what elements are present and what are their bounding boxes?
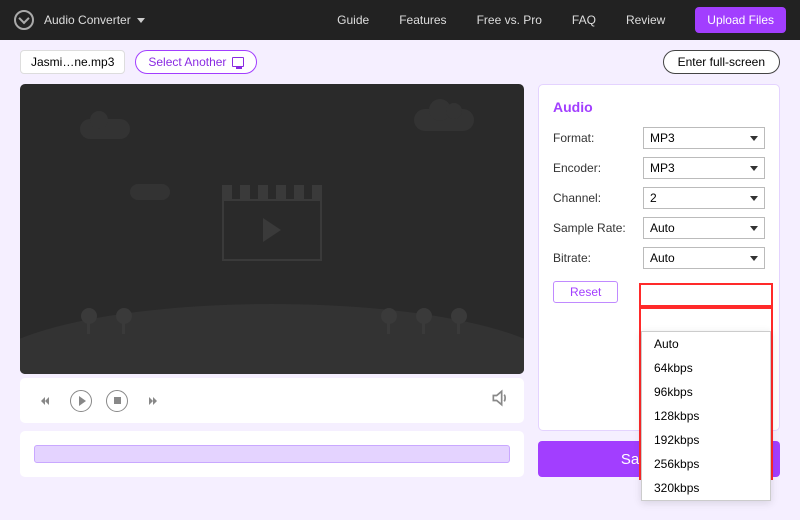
chevron-down-icon: [750, 196, 758, 201]
encoder-value: MP3: [650, 161, 675, 175]
tree-decor-icon: [415, 308, 433, 334]
bitrate-option-64[interactable]: 64kbps: [642, 356, 770, 380]
audio-settings-panel: Audio Format: MP3 Encoder: MP3 Channel: …: [538, 84, 780, 431]
format-value: MP3: [650, 131, 675, 145]
timeline-track[interactable]: [34, 445, 510, 463]
samplerate-label: Sample Rate:: [553, 221, 643, 235]
tree-decor-icon: [80, 308, 98, 334]
samplerate-select[interactable]: Auto: [643, 217, 765, 239]
bitrate-option-192[interactable]: 192kbps: [642, 428, 770, 452]
chevron-down-icon: [750, 136, 758, 141]
select-another-button[interactable]: Select Another: [135, 50, 257, 74]
bitrate-option-auto[interactable]: Auto: [642, 332, 770, 356]
bitrate-option-128[interactable]: 128kbps: [642, 404, 770, 428]
app-title-text: Audio Converter: [44, 13, 131, 27]
nav-free-vs-pro[interactable]: Free vs. Pro: [477, 13, 542, 27]
top-nav: Guide Features Free vs. Pro FAQ Review: [337, 13, 665, 27]
nav-guide[interactable]: Guide: [337, 13, 369, 27]
channel-value: 2: [650, 191, 657, 205]
bitrate-value: Auto: [650, 251, 675, 265]
bitrate-option-256[interactable]: 256kbps: [642, 452, 770, 476]
stop-button[interactable]: [106, 390, 128, 412]
tree-decor-icon: [450, 308, 468, 334]
select-another-label: Select Another: [148, 55, 226, 69]
format-select[interactable]: MP3: [643, 127, 765, 149]
channel-label: Channel:: [553, 191, 643, 205]
monitor-icon: [232, 57, 244, 67]
bitrate-label: Bitrate:: [553, 251, 643, 265]
nav-review[interactable]: Review: [626, 13, 665, 27]
cloud-decor-icon: [80, 119, 130, 139]
highlight-annotation: [639, 283, 773, 307]
bitrate-dropdown: Auto 64kbps 96kbps 128kbps 192kbps 256kb…: [641, 331, 771, 501]
file-subbar: Jasmi…ne.mp3 Select Another Enter full-s…: [0, 40, 800, 84]
nav-features[interactable]: Features: [399, 13, 446, 27]
tree-decor-icon: [115, 308, 133, 334]
timeline-panel: [20, 431, 524, 477]
tree-decor-icon: [380, 308, 398, 334]
bitrate-option-320[interactable]: 320kbps: [642, 476, 770, 500]
app-title-dropdown[interactable]: Audio Converter: [44, 13, 145, 27]
playback-controls: [20, 378, 524, 423]
forward-button[interactable]: [142, 390, 164, 412]
media-preview[interactable]: [20, 84, 524, 374]
reset-button[interactable]: Reset: [553, 281, 618, 303]
encoder-label: Encoder:: [553, 161, 643, 175]
chevron-down-icon: [750, 226, 758, 231]
bitrate-option-96[interactable]: 96kbps: [642, 380, 770, 404]
clapperboard-icon: [222, 185, 322, 265]
chevron-down-icon: [137, 18, 145, 23]
enter-fullscreen-button[interactable]: Enter full-screen: [663, 50, 780, 74]
panel-title: Audio: [553, 99, 765, 115]
current-file-chip[interactable]: Jasmi…ne.mp3: [20, 50, 125, 74]
upload-files-button[interactable]: Upload Files: [695, 7, 786, 33]
format-label: Format:: [553, 131, 643, 145]
nav-faq[interactable]: FAQ: [572, 13, 596, 27]
cloud-decor-icon: [130, 184, 170, 200]
samplerate-value: Auto: [650, 221, 675, 235]
volume-button[interactable]: [490, 388, 510, 413]
encoder-select[interactable]: MP3: [643, 157, 765, 179]
channel-select[interactable]: 2: [643, 187, 765, 209]
chevron-down-icon: [750, 256, 758, 261]
play-button[interactable]: [70, 390, 92, 412]
cloud-decor-icon: [414, 109, 474, 131]
bitrate-select[interactable]: Auto: [643, 247, 765, 269]
rewind-button[interactable]: [34, 390, 56, 412]
app-header: Audio Converter Guide Features Free vs. …: [0, 0, 800, 40]
app-logo-icon: [14, 10, 34, 30]
chevron-down-icon: [750, 166, 758, 171]
